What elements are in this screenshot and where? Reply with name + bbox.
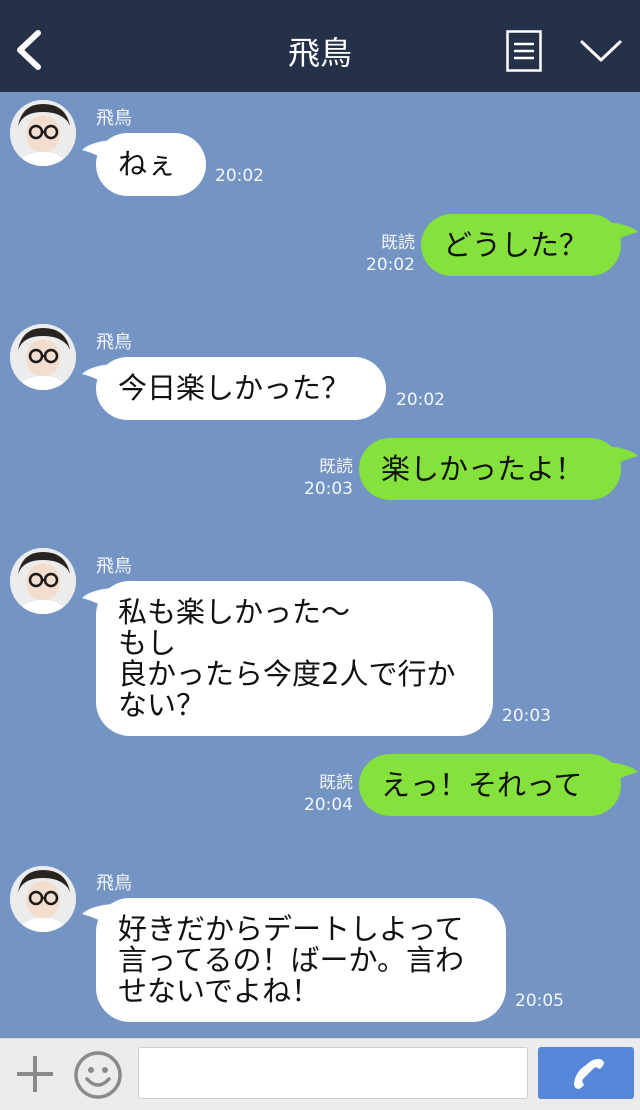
message-time: 20:02 <box>396 390 445 410</box>
message-bubble[interactable]: 楽しかったよ！ <box>359 438 621 500</box>
menu-button[interactable] <box>506 30 542 72</box>
avatar-image <box>10 100 76 166</box>
chat-title: 飛鳥 <box>287 34 352 72</box>
read-receipt: 既読 <box>319 773 353 793</box>
message-time: 20:03 <box>502 706 551 726</box>
message-bubble[interactable]: えっ！それって <box>359 754 621 816</box>
chevron-down-icon <box>580 40 622 62</box>
plus-icon <box>17 1056 53 1092</box>
add-attachment-button[interactable] <box>14 1053 56 1095</box>
collapse-button[interactable] <box>579 36 623 66</box>
message-bubble[interactable]: どうした？ <box>421 214 621 276</box>
message-bubble[interactable]: 私も楽しかった〜 もし 良かったら今度2人で行か ない？ <box>96 581 493 736</box>
message-list[interactable]: 飛鳥 ねぇ 20:02 既読 20:02 どうした？ 飛鳥 今日楽しかった？ 2… <box>0 92 640 1038</box>
read-receipt: 既読 <box>381 233 415 253</box>
message-time: 20:02 <box>366 255 415 275</box>
read-receipt: 既読 <box>319 457 353 477</box>
message-meta: 既読 20:02 <box>340 232 415 276</box>
message-input-bar <box>0 1038 640 1110</box>
sender-name: 飛鳥 <box>96 332 132 353</box>
avatar[interactable] <box>10 866 76 932</box>
message-time: 20:04 <box>304 795 353 815</box>
avatar[interactable] <box>10 548 76 614</box>
sender-name: 飛鳥 <box>96 873 132 894</box>
message-time: 20:05 <box>515 991 564 1011</box>
message-meta: 既読 20:04 <box>278 772 353 816</box>
message-meta: 既読 20:03 <box>278 456 353 500</box>
sender-name: 飛鳥 <box>96 556 132 577</box>
avatar-image <box>10 324 76 390</box>
back-button[interactable] <box>14 30 44 70</box>
avatar[interactable] <box>10 324 76 390</box>
emoji-button[interactable] <box>72 1049 124 1101</box>
message-bubble[interactable]: 今日楽しかった？ <box>96 357 386 420</box>
avatar[interactable] <box>10 100 76 166</box>
chat-header: 飛鳥 <box>0 0 640 92</box>
message-time: 20:03 <box>304 479 353 499</box>
message-input[interactable] <box>138 1047 528 1099</box>
sender-name: 飛鳥 <box>96 108 132 129</box>
menu-list-icon <box>506 30 542 72</box>
avatar-image <box>10 866 76 932</box>
call-button[interactable] <box>538 1047 634 1099</box>
message-time: 20:02 <box>215 166 264 186</box>
avatar-image <box>10 548 76 614</box>
smiley-icon <box>74 1051 122 1099</box>
message-bubble[interactable]: ねぇ <box>96 133 206 196</box>
message-bubble[interactable]: 好きだからデートしよって 言ってるの！ばーか。言わ せないでよね！ <box>96 898 506 1022</box>
phone-icon <box>574 1059 604 1089</box>
chevron-left-icon <box>17 30 41 70</box>
